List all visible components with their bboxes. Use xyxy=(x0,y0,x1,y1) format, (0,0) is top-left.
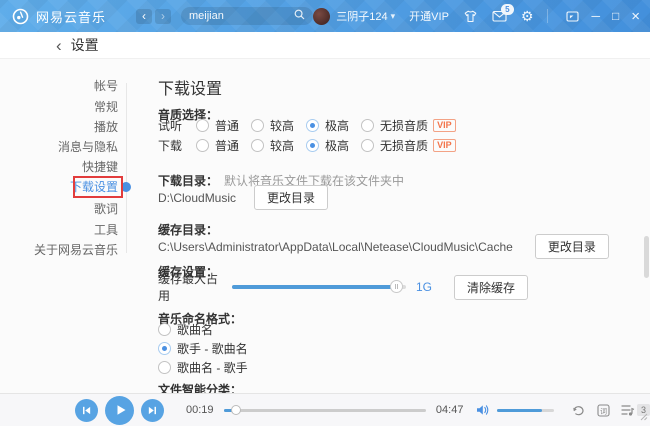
titlebar-separator xyxy=(547,9,548,23)
app-title: 网易云音乐 xyxy=(36,7,106,26)
sidebar-item-lyrics[interactable]: 歌词 xyxy=(94,202,118,216)
mini-mode-icon[interactable] xyxy=(566,11,579,22)
slider-fill xyxy=(232,285,397,289)
cache-size-value: 1G xyxy=(416,280,432,294)
download-dir-row: D:\CloudMusic 更改目录 xyxy=(158,185,328,210)
radio-icon[interactable] xyxy=(158,323,171,336)
search-box[interactable]: meijian xyxy=(181,7,313,25)
sidebar-item-playback[interactable]: 播放 xyxy=(94,120,118,134)
sidebar-item-general[interactable]: 常规 xyxy=(94,100,118,114)
loop-mode-icon[interactable] xyxy=(571,404,586,417)
maximize-button[interactable]: □ xyxy=(612,10,619,22)
app-logo-icon[interactable] xyxy=(12,8,29,25)
download-row-label: 下载 xyxy=(158,137,184,154)
clear-cache-button[interactable]: 清除缓存 xyxy=(454,275,528,300)
messages-icon[interactable]: 5 xyxy=(492,10,507,22)
cache-size-row: 缓存最大占用 1G 清除缓存 xyxy=(158,278,528,296)
naming-option-songname-artist[interactable]: 歌曲名 - 歌手 xyxy=(158,359,248,375)
chevron-down-icon[interactable]: ▾ xyxy=(391,11,396,22)
download-quality-lossless[interactable]: 无损音质 VIP xyxy=(361,137,456,154)
download-quality-row: 下载 普通 较高 极高 无损音质 VIP xyxy=(158,137,468,153)
radio-selected-icon[interactable] xyxy=(306,139,319,152)
previous-track-button[interactable] xyxy=(75,399,98,422)
open-vip-link[interactable]: 开通VIP xyxy=(409,8,449,24)
listen-quality-lossless[interactable]: 无损音质 VIP xyxy=(361,117,456,134)
user-name[interactable]: 三阴子124 xyxy=(336,8,387,24)
message-count-badge: 5 xyxy=(501,4,514,15)
sidebar-item-shortcuts[interactable]: 快捷键 xyxy=(82,160,118,174)
titlebar: 网易云音乐 ‹ › meijian 三阴子124 ▾ 开通VIP xyxy=(0,0,650,32)
sidebar-timeline xyxy=(126,83,127,253)
titlebar-right: 三阴子124 ▾ 开通VIP 5 ⚙ xyxy=(313,8,650,25)
search-icon[interactable] xyxy=(294,9,305,23)
next-track-button[interactable] xyxy=(141,399,164,422)
app-window: 网易云音乐 ‹ › meijian 三阴子124 ▾ 开通VIP xyxy=(0,0,650,426)
active-indicator-dot xyxy=(121,182,131,192)
progress-bar[interactable] xyxy=(224,409,426,412)
radio-icon[interactable] xyxy=(361,119,374,132)
radio-icon[interactable] xyxy=(158,361,171,374)
sidebar-item-privacy[interactable]: 消息与隐私 xyxy=(58,140,118,154)
player-bar: 00:19 04:47 词 xyxy=(0,393,650,426)
naming-option-artist-songname[interactable]: 歌手 - 歌曲名 xyxy=(158,340,248,356)
search-input[interactable]: meijian xyxy=(189,10,294,22)
vip-badge: VIP xyxy=(433,139,456,152)
download-quality-normal[interactable]: 普通 xyxy=(196,137,239,154)
slider-handle[interactable] xyxy=(390,280,403,293)
radio-icon[interactable] xyxy=(251,119,264,132)
radio-icon[interactable] xyxy=(196,119,209,132)
resize-grip[interactable] xyxy=(640,410,648,424)
radio-selected-icon[interactable] xyxy=(306,119,319,132)
scrollbar-thumb[interactable] xyxy=(644,236,649,278)
cache-size-slider[interactable] xyxy=(232,285,406,289)
volume-slider[interactable] xyxy=(497,409,554,412)
listen-quality-extreme[interactable]: 极高 xyxy=(306,117,349,134)
progress-handle[interactable] xyxy=(231,405,241,415)
radio-icon[interactable] xyxy=(361,139,374,152)
settings-gear-icon[interactable]: ⚙ xyxy=(521,9,534,23)
radio-selected-icon[interactable] xyxy=(158,342,171,355)
download-dir-path: D:\CloudMusic xyxy=(158,191,236,205)
cache-max-label: 缓存最大占用 xyxy=(158,270,220,304)
current-time: 00:19 xyxy=(186,404,214,416)
settings-sidebar: 帐号 常规 播放 消息与隐私 快捷键 下载设置 歌词 工具 关于网易云音乐 xyxy=(0,59,150,394)
volume-icon[interactable] xyxy=(476,404,490,416)
forward-button[interactable]: › xyxy=(155,9,171,24)
back-button[interactable]: ‹ xyxy=(136,9,152,24)
listen-quality-higher[interactable]: 较高 xyxy=(251,117,294,134)
listen-quality-row: 试听 普通 较高 极高 无损音质 VIP xyxy=(158,117,468,133)
cache-dir-path: C:\Users\Administrator\AppData\Local\Net… xyxy=(158,240,513,254)
change-download-dir-button[interactable]: 更改目录 xyxy=(254,185,328,210)
naming-option-songname[interactable]: 歌曲名 xyxy=(158,321,213,337)
user-avatar[interactable] xyxy=(313,8,330,25)
minimize-button[interactable]: ─ xyxy=(591,10,600,22)
change-cache-dir-button[interactable]: 更改目录 xyxy=(535,234,609,259)
download-quality-extreme[interactable]: 极高 xyxy=(306,137,349,154)
lyrics-toggle-icon[interactable]: 词 xyxy=(597,404,610,417)
radio-icon[interactable] xyxy=(196,139,209,152)
download-quality-higher[interactable]: 较高 xyxy=(251,137,294,154)
vip-badge: VIP xyxy=(433,119,456,132)
sidebar-item-download-settings[interactable]: 下载设置 xyxy=(70,180,118,194)
svg-text:词: 词 xyxy=(600,407,607,415)
sidebar-item-about[interactable]: 关于网易云音乐 xyxy=(34,243,118,257)
listen-row-label: 试听 xyxy=(158,117,184,134)
total-time: 04:47 xyxy=(436,404,464,416)
theme-skin-icon[interactable] xyxy=(463,10,478,23)
settings-header: ‹ 设置 xyxy=(0,32,650,59)
cache-dir-row: C:\Users\Administrator\AppData\Local\Net… xyxy=(158,234,609,259)
play-button[interactable] xyxy=(105,396,134,425)
volume-fill xyxy=(497,409,541,412)
sidebar-item-account[interactable]: 帐号 xyxy=(94,79,118,93)
nav-buttons: ‹ › xyxy=(136,9,171,24)
settings-body: 帐号 常规 播放 消息与隐私 快捷键 下载设置 歌词 工具 关于网易云音乐 下载… xyxy=(0,59,650,394)
listen-quality-normal[interactable]: 普通 xyxy=(196,117,239,134)
section-heading: 下载设置 xyxy=(158,75,222,99)
page-title: 设置 xyxy=(71,35,99,55)
sidebar-item-tools[interactable]: 工具 xyxy=(94,223,118,237)
back-chevron-icon[interactable]: ‹ xyxy=(56,37,62,54)
close-button[interactable]: × xyxy=(631,9,640,24)
radio-icon[interactable] xyxy=(251,139,264,152)
download-settings-panel: 下载设置 音质选择： 试听 普通 较高 极高 无损音质 xyxy=(158,59,634,394)
